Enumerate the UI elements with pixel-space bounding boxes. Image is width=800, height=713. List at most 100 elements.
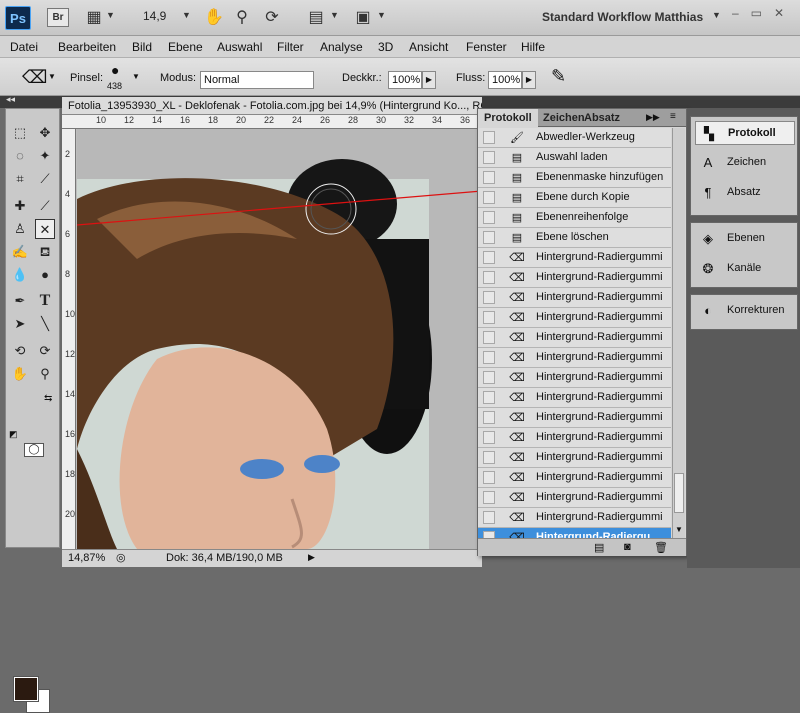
history-checkbox[interactable]: [483, 411, 495, 424]
path-select-icon[interactable]: ➤: [10, 314, 30, 334]
opacity-slider-button[interactable]: ▶: [422, 71, 436, 89]
eyedropper-icon[interactable]: ⟋: [35, 169, 55, 189]
tab-protokoll[interactable]: Protokoll: [478, 109, 538, 127]
brush-icon[interactable]: ⟋: [35, 196, 55, 216]
swap-colors-icon[interactable]: ⇆: [44, 393, 52, 404]
menu-datei[interactable]: Datei: [10, 40, 38, 54]
history-row[interactable]: ⌫ Hintergrund-Radiergummi: [478, 348, 671, 368]
menu-bild[interactable]: Bild: [132, 40, 152, 54]
pen-icon[interactable]: ✒: [10, 291, 30, 311]
default-colors-icon[interactable]: ◩: [9, 429, 18, 440]
history-checkbox[interactable]: [483, 491, 495, 504]
history-scrollbar[interactable]: ▼: [672, 128, 685, 538]
flow-slider-button[interactable]: ▶: [522, 71, 536, 89]
arrange-icon[interactable]: ▤: [305, 8, 327, 28]
hand-icon[interactable]: ✋: [10, 364, 30, 384]
history-checkbox[interactable]: [483, 191, 495, 204]
zoom-level[interactable]: 14,9: [143, 9, 166, 23]
chevron-down-icon[interactable]: ▼: [182, 10, 191, 20]
history-checkbox[interactable]: [483, 271, 495, 284]
history-checkbox[interactable]: [483, 511, 495, 524]
history-checkbox[interactable]: [483, 311, 495, 324]
menu-filter[interactable]: Filter: [277, 40, 304, 54]
blur-icon[interactable]: 💧: [10, 265, 30, 285]
dodge-icon[interactable]: ●: [35, 265, 55, 285]
menu-analyse[interactable]: Analyse: [320, 40, 363, 54]
snapshot-icon[interactable]: ◙: [624, 541, 631, 553]
history-checkbox[interactable]: [483, 331, 495, 344]
panel-expand-icon[interactable]: ▶▶: [646, 112, 660, 123]
history-checkbox[interactable]: [483, 251, 495, 264]
3d-rotate-icon[interactable]: ⟲: [10, 341, 30, 361]
menu-ebene[interactable]: Ebene: [168, 40, 203, 54]
zoom-readout[interactable]: 14,87%: [68, 552, 105, 564]
type-icon[interactable]: T: [35, 291, 55, 311]
lasso-icon[interactable]: ◌: [10, 146, 30, 166]
history-checkbox[interactable]: [483, 151, 495, 164]
history-checkbox[interactable]: [483, 451, 495, 464]
eraser-tool-icon[interactable]: ⌫: [22, 67, 47, 88]
history-row[interactable]: 🖌 Abwedler-Werkzeug: [478, 128, 671, 148]
history-checkbox[interactable]: [483, 471, 495, 484]
marquee-icon[interactable]: ⬚: [10, 123, 30, 143]
line-icon[interactable]: ╲: [35, 314, 55, 334]
history-row[interactable]: ▤ Ebene löschen: [478, 228, 671, 248]
history-row[interactable]: ⌫ Hintergrund-Radiergummi: [478, 448, 671, 468]
status-icon[interactable]: ◎: [116, 551, 126, 564]
history-checkbox[interactable]: [483, 351, 495, 364]
panel-menu-icon[interactable]: ≡: [670, 111, 676, 122]
history-checkbox[interactable]: [483, 431, 495, 444]
history-row[interactable]: ⌫ Hintergrund-Radiergummi: [478, 408, 671, 428]
trash-icon[interactable]: 🗑: [654, 541, 668, 554]
film-icon[interactable]: ▦: [84, 8, 104, 28]
history-row[interactable]: ⌫ Hintergrund-Radiergummi: [478, 468, 671, 488]
opacity-input[interactable]: 100%: [388, 71, 422, 89]
menu-bearbeiten[interactable]: Bearbeiten: [58, 40, 116, 54]
history-row[interactable]: ▤ Ebene durch Kopie: [478, 188, 671, 208]
history-checkbox[interactable]: [483, 291, 495, 304]
paint-bucket-icon[interactable]: ⛾: [35, 242, 55, 262]
chevron-down-icon[interactable]: ▼: [48, 72, 56, 81]
scrollbar-thumb[interactable]: [674, 473, 684, 513]
foreground-color[interactable]: [13, 676, 39, 702]
menu-3d[interactable]: 3D: [378, 40, 393, 54]
zoom-icon[interactable]: ⚲: [232, 8, 252, 28]
window-controls[interactable]: –▭✕: [732, 6, 796, 20]
mode-select[interactable]: Normal: [200, 71, 314, 89]
history-checkbox[interactable]: [483, 211, 495, 224]
history-row[interactable]: ▤ Ebenenmaske hinzufügen: [478, 168, 671, 188]
menu-auswahl[interactable]: Auswahl: [217, 40, 262, 54]
history-row[interactable]: ⌫ Hintergrund-Radiergummi: [478, 248, 671, 268]
healing-icon[interactable]: ✚: [10, 196, 30, 216]
chevron-down-icon[interactable]: ▼: [712, 10, 721, 20]
canvas[interactable]: [77, 129, 482, 549]
screenmode-icon[interactable]: ▣: [352, 8, 374, 28]
tab-absatz[interactable]: Absatz: [578, 109, 626, 127]
airbrush-icon[interactable]: ✎: [551, 66, 566, 87]
history-row[interactable]: ⌫ Hintergrund-Radiergummi: [478, 488, 671, 508]
history-row[interactable]: ⌫ Hintergrund-Radiergummi: [478, 308, 671, 328]
history-row[interactable]: ⌫ Hintergrund-Radiergummi: [478, 388, 671, 408]
chevron-down-icon[interactable]: ▼: [377, 10, 386, 20]
history-checkbox[interactable]: [483, 231, 495, 244]
status-menu-arrow[interactable]: ▶: [308, 552, 315, 563]
workspace-switcher[interactable]: Standard Workflow Matthias: [542, 10, 703, 24]
collapse-icon[interactable]: ◂◂: [6, 94, 15, 105]
magic-wand-icon[interactable]: ✦: [35, 146, 55, 166]
bridge-button[interactable]: Br: [47, 8, 69, 27]
scroll-down-icon[interactable]: ▼: [675, 525, 683, 534]
chevron-down-icon[interactable]: ▼: [330, 10, 339, 20]
history-brush-icon[interactable]: ✍: [10, 242, 30, 262]
history-checkbox[interactable]: [483, 131, 495, 144]
history-checkbox[interactable]: [483, 171, 495, 184]
chevron-down-icon[interactable]: ▼: [106, 10, 115, 20]
menu-hilfe[interactable]: Hilfe: [521, 40, 545, 54]
chevron-down-icon[interactable]: ▼: [132, 72, 140, 81]
document-tab[interactable]: Fotolia_13953930_XL - Deklofenak - Fotol…: [62, 97, 482, 115]
history-row[interactable]: ⌫ Hintergrund-Radiergummi: [478, 508, 671, 528]
history-row[interactable]: ⌫ Hintergrund-Radiergummi: [478, 268, 671, 288]
quick-mask-icon[interactable]: ◯: [24, 443, 44, 457]
menu-ansicht[interactable]: Ansicht: [409, 40, 448, 54]
history-row[interactable]: ⌫ Hintergrund-Radiergummi: [478, 288, 671, 308]
brush-preview-icon[interactable]: ●: [111, 62, 119, 78]
